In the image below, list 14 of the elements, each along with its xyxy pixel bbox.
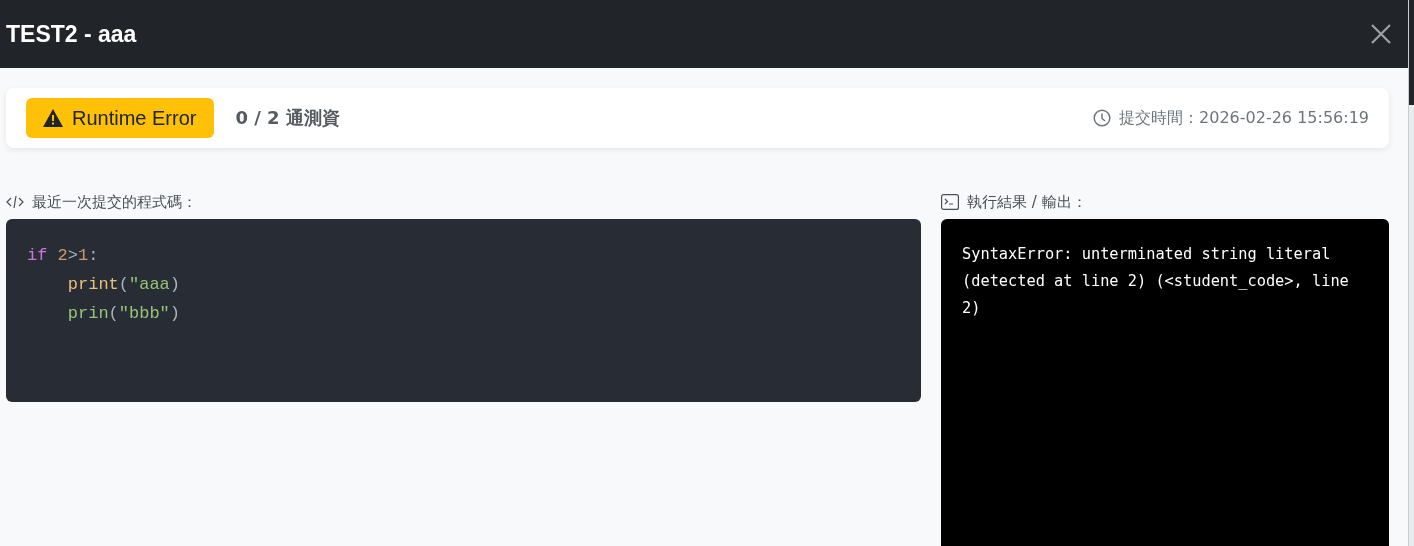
code-line: print("aaa) <box>67 274 181 296</box>
dialog-title: TEST2 - aaa <box>6 20 137 48</box>
code-label: 最近一次提交的程式碼： <box>32 192 197 212</box>
verdict-badge: Runtime Error <box>26 98 215 138</box>
clock-icon <box>1093 109 1112 127</box>
code-line: if 2>1: <box>27 245 99 267</box>
code-line: prin("bbb") <box>67 303 181 325</box>
passed-count: 0 / 2 通測資 <box>235 106 340 130</box>
terminal-icon <box>941 194 959 210</box>
warning-icon <box>43 109 63 127</box>
output-label: 執行結果 / 輸出： <box>967 192 1087 212</box>
submitted-time: 提交時間：2026-02-26 15:56:19 <box>1119 107 1369 129</box>
code-icon <box>6 195 24 209</box>
output-text: SyntaxError: unterminated string literal (detected at line 2) (<student_code>, line 2) <box>962 244 1350 319</box>
